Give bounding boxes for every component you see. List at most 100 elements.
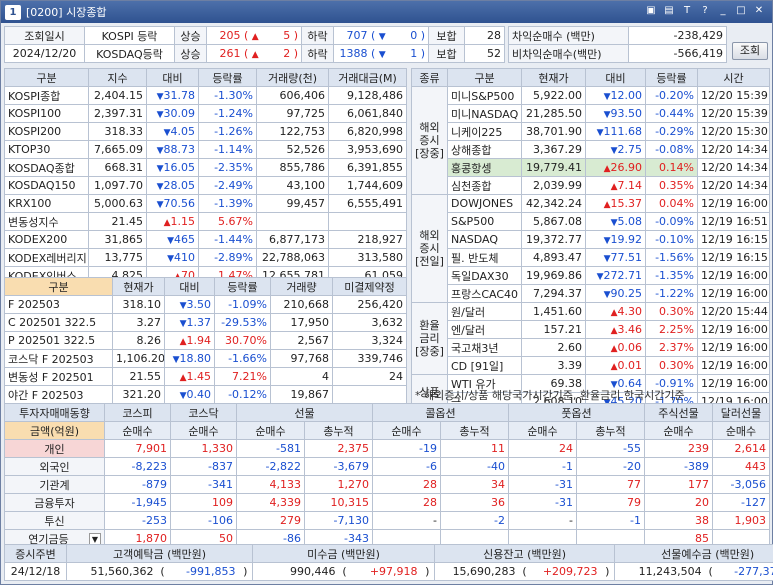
- overseas-row[interactable]: 국고채3년 2.60 ▲0.06 2.37% 12/19 16:00: [412, 338, 770, 357]
- index-row[interactable]: KOSDAQ150 1,097.70 ▼28.05 -2.49% 43,100 1,74…: [4, 176, 407, 195]
- down-arrow-icon: ▼: [167, 254, 174, 264]
- down-arrow-icon: ▼: [172, 355, 180, 365]
- index-row[interactable]: KTOP30 7,665.09 ▼88.73 -1.14% 52,526 3,953,6…: [4, 140, 407, 159]
- investor-value: 4,133: [236, 475, 305, 494]
- investor-row[interactable]: 외국인 -8,223 -837 -2,822 -3,679 -6 -40 -1 -20 -389 4…: [4, 457, 770, 476]
- investor-value: 77: [576, 475, 645, 494]
- overseas-time: 12/20 15:44: [697, 302, 770, 321]
- overseas-row[interactable]: 엔/달러 157.21 ▲3.46 2.25% 12/19 16:00: [412, 320, 770, 339]
- futures-row[interactable]: 야간 F 202503 321.20 ▼0.40 -0.12% 19,867: [4, 385, 407, 404]
- overseas-row[interactable]: 홍콩항셍 19,779.41 ▲26.90 0.14% 12/20 14:34: [412, 158, 770, 177]
- futures-volume: 2,567: [270, 331, 333, 350]
- overseas-row[interactable]: CD [91일] 3.39 ▲0.01 0.30% 12/19 16:00: [412, 356, 770, 375]
- index-row[interactable]: KOSPI100 2,397.31 ▼30.09 -1.24% 97,725 6,061…: [4, 104, 407, 123]
- futures-table: 구분 현재가 대비 등락률 거래량 미결제약정 F 202503 318.10 ▼…: [4, 277, 407, 404]
- overseas-change: ▼5.08: [585, 212, 646, 231]
- up-arrow-icon: ▲: [610, 308, 618, 318]
- paren-open: (: [518, 562, 531, 581]
- investor-row[interactable]: 투신 -253 -106 279 -7,130- -2- -1 38 1,903: [4, 511, 770, 530]
- futures-row[interactable]: C 202501 322.5 3.27 ▼1.37 -29.53% 17,950 3,6…: [4, 313, 407, 332]
- down-arrow-icon: ▼: [610, 218, 618, 228]
- investor-row[interactable]: 금융투자 -1,945 109 4,339 10,315 28 36 -31 79 20 -127: [4, 493, 770, 512]
- overseas-rate: 0.35%: [645, 176, 698, 195]
- futures-row[interactable]: F 202503 318.10 ▼3.50 -1.09% 210,668 256,420: [4, 295, 407, 314]
- funds-header-date: 증시주변: [4, 544, 67, 563]
- overseas-row[interactable]: 심천종합 2,039.99 ▲7.14 0.35% 12/20 14:34: [412, 176, 770, 195]
- investor-value: -31: [508, 493, 577, 512]
- investor-value: -1: [508, 457, 577, 476]
- index-volume: 606,406: [256, 86, 329, 105]
- overseas-row[interactable]: 상해종합 3,367.29 ▼2.75 -0.08% 12/20 14:34: [412, 140, 770, 159]
- query-button[interactable]: 조회: [732, 42, 768, 60]
- overseas-change: ▲3.46: [585, 320, 646, 339]
- up-arrow-icon: ▲: [610, 182, 618, 192]
- overseas-row[interactable]: S&P500 5,867.08 ▼5.08 -0.09% 12/19 16:51: [412, 212, 770, 231]
- futures-header-rate: 등락률: [214, 277, 271, 296]
- save-icon[interactable]: ▤: [662, 4, 676, 18]
- help-icon[interactable]: ?: [698, 4, 712, 18]
- close-icon[interactable]: ✕: [752, 4, 766, 18]
- down-arrow-icon: ▼: [156, 110, 164, 120]
- overseas-row[interactable]: 독일DAX30 19,969.86 ▼272.71 -1.35% 12/19 16:0…: [412, 266, 770, 285]
- restore-icon[interactable]: □: [734, 4, 748, 18]
- overseas-row[interactable]: 해외 증시 [전일] DOWJONES 42,342.24 ▲15.37 0.04% 1…: [411, 194, 770, 303]
- overseas-change: ▼111.68: [585, 122, 646, 141]
- index-row[interactable]: KRX100 5,000.63 ▼70.56 -1.39% 99,457 6,555,4…: [4, 194, 407, 213]
- investor-value: -2: [440, 511, 509, 530]
- index-row[interactable]: KODEX레버리지 13,775 ▼410 -2.89% 22,788,063 313,…: [4, 248, 407, 267]
- overseas-row[interactable]: NASDAQ 19,372.77 ▼19.92 -0.10% 12/19 16:15: [412, 230, 770, 249]
- investor-header-dollar-futures: 달러선물: [712, 403, 770, 422]
- futures-open-interest: 3,632: [332, 313, 407, 332]
- overseas-rate: -0.08%: [645, 140, 698, 159]
- investor-subheader: 순매수: [104, 421, 171, 440]
- overseas-row[interactable]: 미니NASDAQ 21,285.50 ▼93.50 -0.44% 12/20 15:3…: [412, 104, 770, 123]
- minimize-icon[interactable]: _: [716, 4, 730, 18]
- overseas-price: 5,922.00: [521, 86, 586, 105]
- overseas-price: 21,285.50: [521, 104, 586, 123]
- overseas-rate: -0.10%: [645, 230, 698, 249]
- overseas-group-label: 해외 증시 [장중]: [411, 86, 448, 195]
- index-value: 318.33: [88, 122, 147, 141]
- index-row[interactable]: KOSPI종합 2,404.15 ▼31.78 -1.30% 606,406 9,128…: [4, 86, 407, 105]
- overseas-row[interactable]: 니케이225 38,701.90 ▼111.68 -0.29% 12/20 15:30: [412, 122, 770, 141]
- futures-name: 야간 F 202503: [4, 385, 113, 404]
- futures-row[interactable]: P 202501 322.5 8.26 ▲1.94 30.70% 2,567 3,324: [4, 331, 407, 350]
- investor-name: 기관계: [4, 475, 105, 494]
- index-table: 구분 지수 대비 등락률 거래량(천) 거래대금(M) KOSPI종합 2,404…: [4, 68, 407, 285]
- fall-label: 하락: [301, 44, 334, 63]
- overseas-change: ▲4.30: [585, 302, 646, 321]
- index-row[interactable]: KOSDAQ종합 668.31 ▼16.05 -2.35% 855,786 6,391,…: [4, 158, 407, 177]
- credit-change: +209,723: [530, 562, 601, 581]
- futures-rate: -1.09%: [214, 295, 271, 314]
- text-icon[interactable]: T: [680, 4, 694, 18]
- investor-subheader: 순매수: [170, 421, 237, 440]
- investor-subheader: 총누적: [440, 421, 509, 440]
- overseas-row[interactable]: 해외 증시 [장중] 미니S&P500 5,922.00 ▼12.00 -0.20% 1…: [411, 86, 770, 195]
- futures-rate: -1.66%: [214, 349, 271, 368]
- window-icon[interactable]: ▣: [644, 4, 658, 18]
- investor-value: 4,339: [236, 493, 305, 512]
- overseas-row[interactable]: 프랑스CAC40 7,294.37 ▼90.25 -1.22% 12/19 16:00: [412, 284, 770, 303]
- overseas-rate: 0.04%: [645, 194, 698, 213]
- overseas-price: 38,701.90: [521, 122, 586, 141]
- futures-price: 321.20: [112, 385, 165, 404]
- funds-header-receivable: 미수금 (백만원): [252, 544, 436, 563]
- index-row[interactable]: 변동성지수 21.45 ▲1.15 5.67%: [4, 212, 407, 231]
- investor-name: 금융투자: [4, 493, 105, 512]
- futures-row[interactable]: 코스닥 F 202503 1,106.20 ▼18.80 -1.66% 97,768 3…: [4, 349, 407, 368]
- overseas-row[interactable]: 환율 금리 [장중] 원/달러 1,451.60 ▲4.30 0.30% 12/20 1…: [411, 302, 770, 375]
- receivable-change: +97,918: [350, 562, 421, 581]
- overseas-time: 12/20 15:39: [697, 104, 770, 123]
- investor-row[interactable]: 기관계 -879 -341 4,133 1,270 28 34 -31 77 177 -3,056: [4, 475, 770, 494]
- investor-subheader: 순매수: [372, 421, 441, 440]
- arbitrage-table: 차익순매수 (백만) -238,429 비차익순매수(백만) -566,419: [508, 26, 727, 63]
- overseas-row[interactable]: 필. 반도체 4,893.47 ▼77.51 -1.56% 12/19 16:15: [412, 248, 770, 267]
- index-amount: 218,927: [328, 230, 407, 249]
- investor-row[interactable]: 개인 7,901 1,330 -581 2,375 -19 11 24 -55 239 2,614: [4, 439, 770, 458]
- futures-row[interactable]: 변동성 F 202501 21.55 ▲1.45 7.21% 4 24: [4, 367, 407, 386]
- index-value: 2,404.15: [88, 86, 147, 105]
- up-arrow-icon: ▲: [610, 362, 618, 372]
- investor-value: -1: [576, 511, 645, 530]
- index-row[interactable]: KODEX200 31,865 ▼465 -1.44% 6,877,173 218,92…: [4, 230, 407, 249]
- index-row[interactable]: KOSPI200 318.33 ▼4.05 -1.26% 122,753 6,820,9…: [4, 122, 407, 141]
